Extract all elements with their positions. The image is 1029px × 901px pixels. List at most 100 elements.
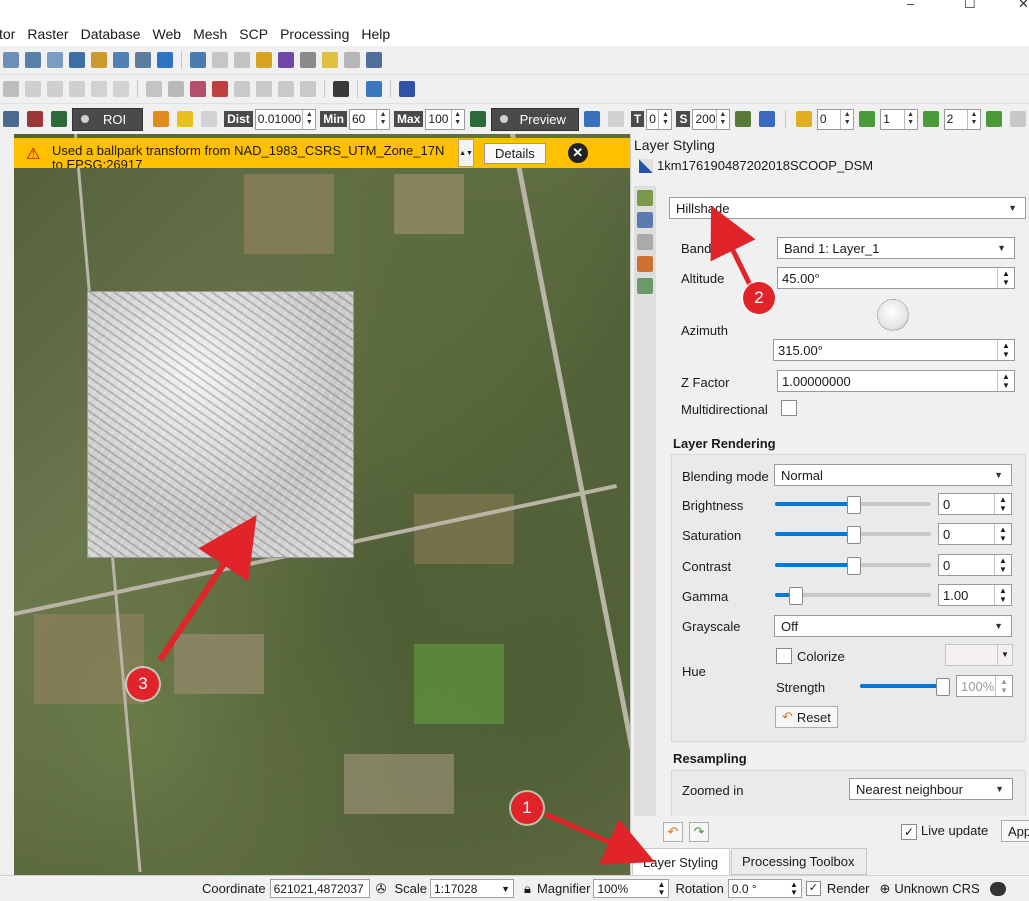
gamma-spinbox[interactable]: 1.00 ▲ ▼	[938, 584, 1012, 606]
band-spinbox-a[interactable]: 0 ▲ ▼	[816, 108, 855, 130]
spin-arrows-icon[interactable]: ▲ ▼	[997, 268, 1014, 288]
azimuth-spinbox[interactable]: 315.00° ▲ ▼	[773, 339, 1015, 361]
reset-button[interactable]: ↶ Reset	[775, 706, 838, 728]
coordinate-field[interactable]: 621021,4872037	[269, 879, 370, 898]
band-table-icon[interactable]	[1009, 111, 1026, 127]
t-spinbox[interactable]: 0 ▲ ▼	[646, 108, 673, 130]
spin-arrows-icon[interactable]: ▲ ▼	[715, 109, 729, 129]
rotation-spinbox[interactable]: 0.0 ° ▲ ▼	[727, 879, 802, 898]
zoom-layer-icon[interactable]	[69, 52, 85, 68]
crs-label[interactable]: Unknown CRS	[894, 881, 979, 896]
label-rotate-icon[interactable]	[256, 81, 272, 97]
contrast-spinbox[interactable]: 0 ▲ ▼	[938, 554, 1012, 576]
band-spinbox-c[interactable]: 2 ▲ ▼	[943, 108, 981, 130]
attribute-table-icon[interactable]	[212, 52, 228, 68]
spin-arrows-icon[interactable]: ▲ ▼	[658, 880, 666, 897]
rendering-tab-icon[interactable]	[637, 256, 653, 272]
brightness-spinbox[interactable]: 0 ▲ ▼	[938, 493, 1012, 515]
hue-color-button[interactable]: ▼	[945, 644, 1013, 666]
spin-arrows-icon[interactable]: ▲ ▼	[994, 524, 1011, 544]
grayscale-select[interactable]: Off ▼	[774, 615, 1012, 637]
render-checkbox[interactable]: ✓	[805, 881, 821, 896]
node-tool-icon[interactable]	[168, 81, 184, 97]
spin-arrows-icon[interactable]: ▲ ▼	[302, 109, 315, 129]
strength-spinbox[interactable]: 100% ▲ ▼	[956, 675, 1013, 697]
kml-icon[interactable]	[758, 111, 775, 127]
message-stepper[interactable]: ▲▼	[458, 139, 474, 167]
spin-arrows-icon[interactable]: ▲ ▼	[450, 109, 464, 129]
menu-database[interactable]: Database	[81, 26, 141, 42]
band-spinbox-b[interactable]: 1 ▲ ▼	[880, 108, 918, 130]
database-icon[interactable]	[734, 111, 751, 127]
live-update-checkbox[interactable]: ✓	[901, 824, 917, 840]
scp-redo-roi-icon[interactable]	[27, 111, 43, 127]
zoom-selection-icon[interactable]	[91, 52, 107, 68]
messages-icon[interactable]	[989, 881, 1006, 896]
histogram-tab-icon[interactable]	[637, 234, 653, 250]
tab-layer-styling[interactable]: Layer Styling	[632, 848, 730, 875]
menu-help[interactable]: Help	[361, 26, 390, 42]
classification-icon[interactable]	[583, 111, 600, 127]
redo-icon[interactable]	[113, 81, 129, 97]
roi-button[interactable]: ROI	[72, 107, 144, 131]
label-icon[interactable]	[190, 81, 206, 97]
symbology-tab-icon[interactable]	[637, 190, 653, 206]
transparency-tab-icon[interactable]	[637, 212, 653, 228]
spin-arrows-icon[interactable]: ▲ ▼	[997, 371, 1014, 391]
text-annotation-icon[interactable]	[366, 52, 382, 68]
menu-vector[interactable]: tor	[0, 26, 15, 42]
zoom-last-icon[interactable]	[113, 52, 129, 68]
help-icon[interactable]	[399, 81, 415, 97]
max-spinbox[interactable]: 100 ▲ ▼	[425, 108, 465, 130]
map-canvas[interactable]	[14, 134, 630, 875]
history-tab-icon[interactable]	[637, 278, 653, 294]
colorize-checkbox[interactable]	[776, 648, 792, 664]
band-next-icon[interactable]	[922, 111, 939, 127]
measure-icon[interactable]	[300, 52, 316, 68]
magnifier-spinbox[interactable]: 100% ▲ ▼	[593, 879, 670, 898]
menu-raster[interactable]: Raster	[27, 26, 68, 42]
edit-icon[interactable]	[3, 81, 19, 97]
band-select[interactable]: Band 1: Layer_1 ▼	[777, 237, 1015, 259]
maximize-button[interactable]: ☐	[964, 0, 976, 12]
preview-button[interactable]: Preview	[490, 107, 579, 131]
scp-zoom-icon[interactable]	[51, 111, 67, 127]
band-set-icon[interactable]	[795, 111, 812, 127]
label-move-icon[interactable]	[234, 81, 250, 97]
azimuth-dial[interactable]	[877, 299, 909, 331]
close-window-button[interactable]: ✕	[1018, 0, 1029, 12]
tab-processing-toolbox[interactable]: Processing Toolbox	[731, 848, 867, 875]
field-calculator-icon[interactable]	[234, 52, 250, 68]
close-icon[interactable]: ✕	[567, 143, 588, 163]
menu-scp[interactable]: SCP	[239, 26, 268, 42]
plugin-icon[interactable]	[333, 81, 349, 97]
layer-selector[interactable]: 1km176190487202018SCOOP_DSM	[639, 158, 873, 173]
zfactor-spinbox[interactable]: 1.00000000 ▲ ▼	[777, 370, 1015, 392]
digitize-icon[interactable]	[146, 81, 162, 97]
band-next-icon[interactable]	[985, 111, 1002, 127]
contrast-slider[interactable]	[775, 557, 931, 575]
search-icon[interactable]	[344, 52, 360, 68]
min-spinbox[interactable]: 60 ▲ ▼	[348, 108, 391, 130]
copy-icon[interactable]	[47, 81, 63, 97]
details-button[interactable]: Details	[484, 142, 546, 164]
python-icon[interactable]	[366, 81, 382, 97]
undo-icon[interactable]	[91, 81, 107, 97]
gear-icon[interactable]	[256, 52, 272, 68]
scp-signature-icon[interactable]	[153, 111, 170, 127]
identify-icon[interactable]	[3, 52, 19, 68]
lock-icon[interactable]: 🔒︎	[524, 881, 531, 897]
spin-arrows-icon[interactable]: ▲ ▼	[994, 585, 1011, 605]
spin-arrows-icon[interactable]: ▲ ▼	[790, 880, 798, 897]
dist-spinbox[interactable]: 0.01000 ▲ ▼	[254, 108, 317, 130]
zoom-in-icon[interactable]	[25, 52, 41, 68]
renderer-select[interactable]: Hillshade ▼	[669, 197, 1026, 219]
extents-icon[interactable]: ✇	[376, 881, 387, 897]
menu-processing[interactable]: Processing	[280, 26, 349, 42]
s-spinbox[interactable]: 200 ▲ ▼	[692, 108, 730, 130]
redo-icon[interactable]: ↷	[689, 822, 709, 842]
redo-preview-icon[interactable]	[607, 111, 624, 127]
menu-web[interactable]: Web	[153, 26, 182, 42]
scp-roi-pointer-icon[interactable]	[3, 111, 19, 127]
scp-region-icon[interactable]	[201, 111, 218, 127]
